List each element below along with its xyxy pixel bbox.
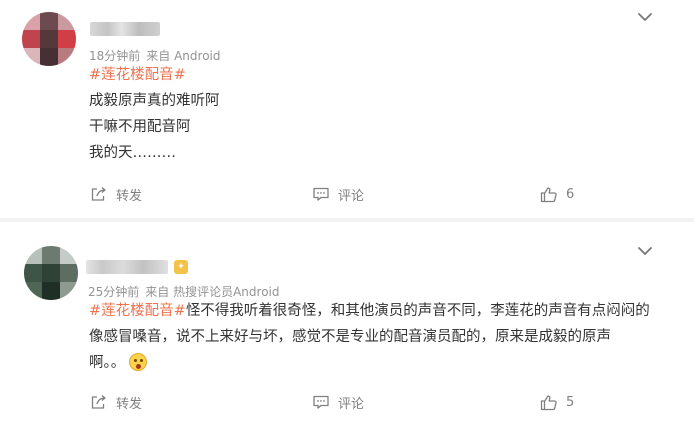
thumbs-up-icon	[540, 394, 557, 410]
comment-icon	[313, 187, 329, 201]
body-text: 怪不得我听着很奇怪，和其他演员的声音不同，李莲花的声音有点闷闷的	[185, 303, 650, 319]
post-time: 18分钟前	[89, 49, 141, 63]
repost-button[interactable]: 转发	[90, 182, 142, 206]
share-icon	[91, 395, 106, 409]
username[interactable]	[90, 22, 160, 36]
avatar[interactable]	[24, 246, 78, 300]
body-line: 啊。。	[89, 355, 126, 371]
body-line: 我的天………	[89, 145, 176, 161]
like-count: 5	[566, 394, 575, 410]
like-count: 6	[566, 186, 575, 202]
topic-link[interactable]: #莲花楼配音#	[89, 62, 649, 88]
body-line: 干嘛不用配音阿	[89, 119, 191, 135]
topic-link[interactable]: #莲花楼配音#	[89, 303, 186, 319]
chevron-down-icon[interactable]	[636, 244, 654, 258]
like-button[interactable]: 5	[540, 390, 574, 414]
comment-label: 评论	[338, 396, 365, 412]
post-source: 来自 热搜评论员Android	[145, 285, 280, 299]
repost-label: 转发	[116, 188, 143, 204]
comment-card: 18分钟前 来自 Android #莲花楼配音# 成毅原声真的难听阿 干嘛不用配音…	[0, 0, 694, 218]
member-badge-icon: ✦	[174, 260, 188, 274]
comment-button[interactable]: 评论	[312, 390, 364, 414]
comment-label: 评论	[338, 188, 365, 204]
like-button[interactable]: 6	[540, 182, 574, 206]
repost-label: 转发	[116, 396, 143, 412]
action-bar: 转发 评论 6	[0, 182, 694, 206]
thumbs-up-icon	[540, 186, 557, 202]
post-body: #莲花楼配音#怪不得我听着很奇怪，和其他演员的声音不同，李莲花的声音有点闷闷的 …	[89, 298, 659, 376]
post-source: 来自 Android	[146, 49, 221, 63]
body-line: 成毅原声真的难听阿	[89, 93, 220, 109]
comment-icon	[313, 395, 329, 409]
comment-card: ✦ 25分钟前 来自 热搜评论员Android #莲花楼配音#怪不得我听着很奇怪，…	[0, 222, 694, 422]
action-bar: 转发 评论 5	[0, 390, 694, 414]
avatar[interactable]	[22, 12, 76, 66]
post-time: 25分钟前	[88, 285, 140, 299]
body-line: 像感冒嗓音，说不上来好与坏，感觉不是专业的配音演员配的，原来是成毅的原声	[89, 329, 611, 345]
comment-button[interactable]: 评论	[312, 182, 364, 206]
share-icon	[91, 187, 106, 201]
post-body: #莲花楼配音# 成毅原声真的难听阿 干嘛不用配音阿 我的天………	[89, 62, 649, 166]
repost-button[interactable]: 转发	[90, 390, 142, 414]
surprised-emoji-icon	[129, 353, 148, 371]
username[interactable]	[86, 260, 168, 274]
chevron-down-icon[interactable]	[636, 10, 654, 24]
